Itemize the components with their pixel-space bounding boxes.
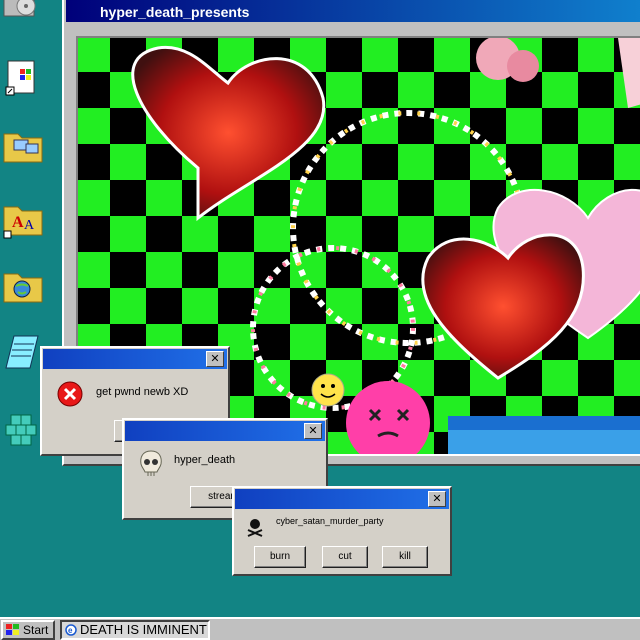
cyber-satan-dialog-title-bar[interactable]: ✕: [235, 489, 449, 509]
fonts-folder-icon[interactable]: AA: [0, 195, 46, 241]
svg-text:e: e: [68, 626, 73, 635]
cyber-satan-message: cyber_satan_murder_party: [276, 516, 384, 526]
svg-text:A: A: [24, 218, 35, 233]
error-icon: [57, 381, 83, 407]
network-folder-icon[interactable]: [0, 122, 46, 168]
hyper-death-dialog-title-bar[interactable]: ✕: [125, 421, 325, 441]
svg-text:A: A: [12, 214, 24, 231]
error-dialog-title-bar[interactable]: ✕: [43, 349, 227, 369]
skull-icon: [140, 450, 162, 476]
taskbar-item-death-is-imminent[interactable]: e DEATH IS IMMINENT: [60, 620, 210, 640]
internet-folder-icon[interactable]: [0, 262, 46, 308]
close-icon[interactable]: ✕: [304, 423, 322, 439]
start-label: Start: [23, 623, 49, 637]
cut-button[interactable]: cut: [322, 546, 368, 568]
error-message: get pwnd newb XD: [96, 386, 189, 398]
kill-button[interactable]: kill: [382, 546, 428, 568]
taskbar: Start e DEATH IS IMMINENT: [0, 617, 640, 640]
windows-flag-icon: [6, 624, 19, 635]
cyber-satan-dialog[interactable]: ✕ cyber_satan_murder_party burn cut kill: [232, 486, 452, 576]
hyper-death-message: hyper_death: [174, 454, 236, 466]
close-icon[interactable]: ✕: [428, 491, 446, 507]
burn-button[interactable]: burn: [254, 546, 306, 568]
windows-setup-icon[interactable]: [0, 55, 46, 101]
internet-explorer-icon: e: [65, 624, 77, 636]
close-icon[interactable]: ✕: [206, 351, 224, 367]
skull-crossbones-icon: [247, 519, 263, 537]
cd-drive-icon[interactable]: [0, 0, 46, 34]
start-button[interactable]: Start: [1, 620, 55, 640]
main-window-title: hyper_death_presents: [66, 0, 640, 22]
taskbar-item-label: DEATH IS IMMINENT: [80, 622, 207, 637]
